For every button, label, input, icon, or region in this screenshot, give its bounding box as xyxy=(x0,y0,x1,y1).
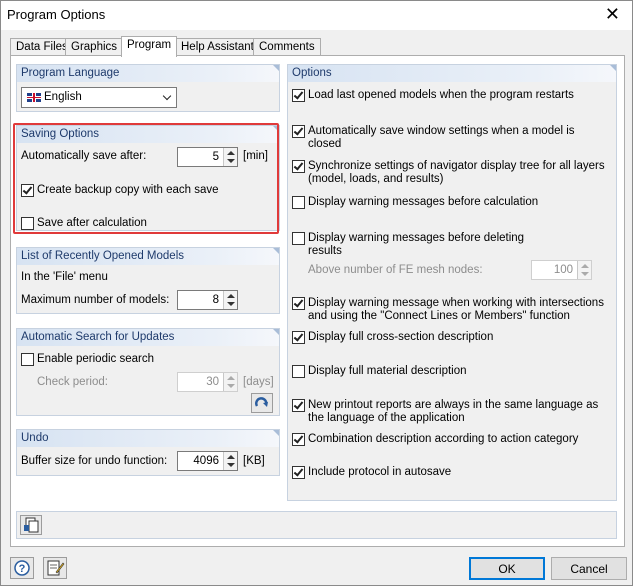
fe-nodes-stepper[interactable]: 100 xyxy=(531,260,592,280)
help-button[interactable]: ? xyxy=(10,557,34,579)
periodic-search-label: Enable periodic search xyxy=(37,353,154,365)
save-after-calc-checkbox[interactable] xyxy=(21,217,34,230)
option-full-cross-section-label: Display full cross-section description xyxy=(308,331,494,343)
undo-group: Undo Buffer size for undo function: 4096… xyxy=(16,429,280,476)
max-models-stepper[interactable]: 8 xyxy=(177,290,238,310)
program-options-dialog: Program Options ✕ Data Files Graphics Pr… xyxy=(0,0,633,586)
option-protocol-autosave-label: Include protocol in autosave xyxy=(308,466,452,478)
in-file-menu-label: In the 'File' menu xyxy=(21,271,108,283)
tab-help-assistant[interactable]: Help Assistant xyxy=(175,38,260,56)
svg-text:?: ? xyxy=(19,563,26,575)
undo-buffer-label: Buffer size for undo function: xyxy=(21,455,168,467)
close-icon[interactable]: ✕ xyxy=(605,4,620,25)
option-sync-navigator-label-2: (model, loads, and results) xyxy=(308,173,444,185)
ok-button[interactable]: OK xyxy=(469,557,545,580)
option-warn-before-calc-checkbox[interactable] xyxy=(292,196,305,209)
option-full-cross-section-checkbox[interactable] xyxy=(292,331,305,344)
uk-flag-icon xyxy=(27,93,41,102)
refresh-icon xyxy=(255,397,268,407)
option-full-material-checkbox[interactable] xyxy=(292,365,305,378)
panel-toolbar xyxy=(16,511,617,539)
option-save-window-settings-label-2: closed xyxy=(308,138,342,150)
option-save-window-settings-label: Automatically save window settings when … xyxy=(308,125,575,137)
option-sync-navigator-checkbox[interactable] xyxy=(292,160,305,173)
help-icon: ? xyxy=(14,560,30,576)
option-combination-description-label: Combination description according to act… xyxy=(308,433,579,445)
group-title: Saving Options xyxy=(17,126,279,143)
language-value: English xyxy=(44,91,82,103)
group-title: Program Language xyxy=(17,65,279,82)
title-bar: Program Options ✕ xyxy=(1,1,632,30)
check-period-unit: [days] xyxy=(243,376,274,388)
undo-buffer-value: 4096 xyxy=(193,455,219,467)
language-select[interactable]: English xyxy=(21,87,177,108)
tab-comments[interactable]: Comments xyxy=(253,38,321,56)
recent-models-group: List of Recently Opened Models In the 'F… xyxy=(16,247,280,314)
option-save-window-settings-checkbox[interactable] xyxy=(292,125,305,138)
option-warn-intersections-checkbox[interactable] xyxy=(292,297,305,310)
program-language-group: Program Language English xyxy=(16,64,280,112)
autosave-value: 5 xyxy=(212,151,219,163)
option-warn-before-delete-label-2: results xyxy=(308,245,342,257)
spin-arrows[interactable] xyxy=(223,373,237,391)
window-title: Program Options xyxy=(7,7,106,22)
tab-panel-program: Program Language English Saving Options … xyxy=(10,55,625,547)
autosave-label: Automatically save after: xyxy=(21,150,147,162)
spin-arrows[interactable] xyxy=(577,261,591,279)
check-period-stepper[interactable]: 30 xyxy=(177,372,238,392)
edit-notes-button[interactable] xyxy=(43,557,67,579)
save-after-calc-label: Save after calculation xyxy=(37,217,147,229)
group-title: List of Recently Opened Models xyxy=(17,248,279,265)
edit-note-icon xyxy=(47,560,65,576)
option-protocol-autosave-checkbox[interactable] xyxy=(292,466,305,479)
defaults-button[interactable] xyxy=(20,515,42,535)
check-period-label: Check period: xyxy=(37,376,108,388)
backup-label: Create backup copy with each save xyxy=(37,184,219,196)
group-title: Options xyxy=(288,65,616,82)
tab-program[interactable]: Program xyxy=(121,36,178,57)
group-title: Automatic Search for Updates xyxy=(17,329,279,346)
max-models-value: 8 xyxy=(212,294,219,306)
option-printout-language-label: New printout reports are always in the s… xyxy=(308,399,599,411)
option-load-last-models-checkbox[interactable] xyxy=(292,89,305,102)
option-full-material-label: Display full material description xyxy=(308,365,467,377)
autosave-unit: [min] xyxy=(243,150,268,162)
refresh-button[interactable] xyxy=(251,393,273,413)
copy-settings-icon xyxy=(24,517,39,533)
auto-update-group: Automatic Search for Updates Enable peri… xyxy=(16,328,280,416)
spin-arrows[interactable] xyxy=(223,452,237,470)
cancel-button[interactable]: Cancel xyxy=(551,557,627,580)
option-printout-language-checkbox[interactable] xyxy=(292,399,305,412)
undo-buffer-stepper[interactable]: 4096 xyxy=(177,451,238,471)
max-models-label: Maximum number of models: xyxy=(21,294,170,306)
option-warn-intersections-label-2: and using the "Connect Lines or Members"… xyxy=(308,310,570,322)
option-printout-language-label-2: the language of the application xyxy=(308,412,465,424)
option-warn-before-delete-label: Display warning messages before deleting xyxy=(308,232,525,244)
option-combination-description-checkbox[interactable] xyxy=(292,433,305,446)
fe-nodes-label: Above number of FE mesh nodes: xyxy=(308,264,483,276)
backup-checkbox[interactable] xyxy=(21,184,34,197)
option-warn-before-calc-label: Display warning messages before calculat… xyxy=(308,196,539,208)
spin-arrows[interactable] xyxy=(223,148,237,166)
saving-options-group: Saving Options Automatically save after:… xyxy=(16,125,280,231)
option-warn-intersections-label: Display warning message when working wit… xyxy=(308,297,604,309)
option-warn-before-delete-checkbox[interactable] xyxy=(292,232,305,245)
options-group: Options Load last opened models when the… xyxy=(287,64,617,501)
periodic-search-checkbox[interactable] xyxy=(21,353,34,366)
fe-nodes-value: 100 xyxy=(553,264,573,276)
group-title: Undo xyxy=(17,430,279,447)
spin-arrows[interactable] xyxy=(223,291,237,309)
check-period-value: 30 xyxy=(206,376,219,388)
undo-buffer-unit: [KB] xyxy=(243,455,265,467)
autosave-stepper[interactable]: 5 xyxy=(177,147,238,167)
tab-graphics[interactable]: Graphics xyxy=(65,38,124,56)
option-load-last-models-label: Load last opened models when the program… xyxy=(308,89,574,101)
option-sync-navigator-label: Synchronize settings of navigator displa… xyxy=(308,160,605,172)
chevron-down-icon xyxy=(162,91,172,101)
